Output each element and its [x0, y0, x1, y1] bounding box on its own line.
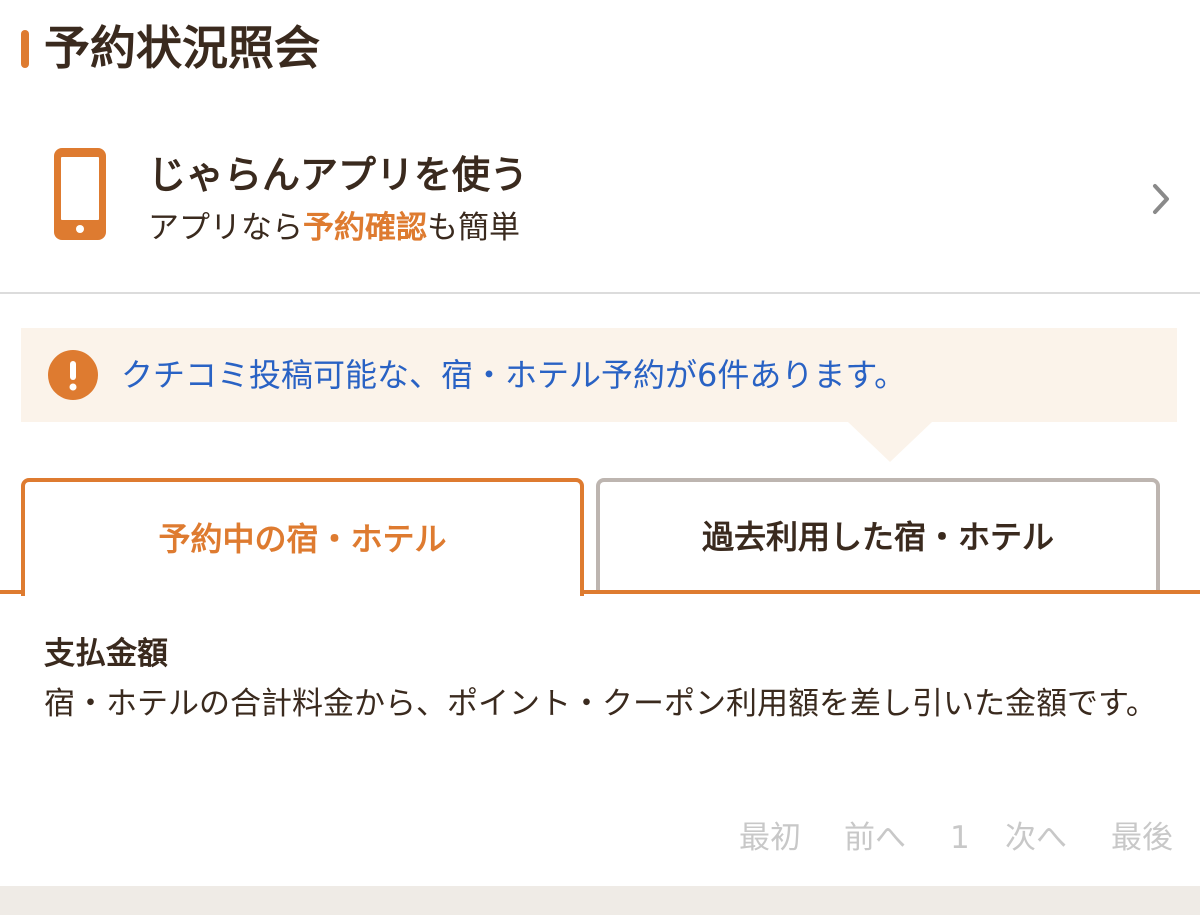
reservation-tabs: 予約中の宿・ホテル 過去利用した宿・ホテル — [0, 478, 1200, 596]
pagination-next: 次へ — [1005, 820, 1067, 856]
app-promo-subtitle-highlight: 予約確認 — [303, 210, 427, 246]
section-divider — [0, 292, 1200, 294]
review-notice-link[interactable]: クチコミ投稿可能な、宿・ホテル予約が6件あります。 — [121, 350, 906, 400]
tab-past-stays[interactable]: 過去利用した宿・ホテル — [596, 478, 1160, 590]
pagination-current-page: 1 — [950, 820, 970, 856]
app-promo-banner[interactable]: じゃらんアプリを使う アプリなら予約確認も簡単 — [0, 110, 1200, 293]
footer-band — [0, 886, 1200, 915]
page-header: 予約状況照会 — [0, 0, 1200, 100]
payment-label: 支払金額 — [44, 636, 168, 672]
title-accent-bar — [21, 30, 29, 68]
payment-description: 宿・ホテルの合計料金から、ポイント・クーポン利用額を差し引いた金額です。 — [44, 686, 1157, 722]
app-promo-subtitle-after: も簡単 — [427, 210, 520, 246]
notice-pointer — [848, 422, 932, 462]
smartphone-icon — [54, 148, 106, 240]
pagination-first: 最初 — [739, 820, 801, 856]
exclamation-icon — [48, 350, 98, 400]
app-promo-subtitle-before: アプリなら — [148, 210, 303, 246]
chevron-right-icon — [1153, 184, 1169, 214]
tab-current-reservations[interactable]: 予約中の宿・ホテル — [21, 478, 584, 596]
pagination-last: 最後 — [1111, 820, 1173, 856]
review-notice: クチコミ投稿可能な、宿・ホテル予約が6件あります。 — [21, 328, 1177, 422]
pagination-prev: 前へ — [844, 820, 906, 856]
page-title: 予約状況照会 — [44, 21, 320, 75]
app-promo-title: じゃらんアプリを使う — [148, 153, 529, 197]
app-promo-subtitle: アプリなら予約確認も簡単 — [148, 206, 520, 250]
